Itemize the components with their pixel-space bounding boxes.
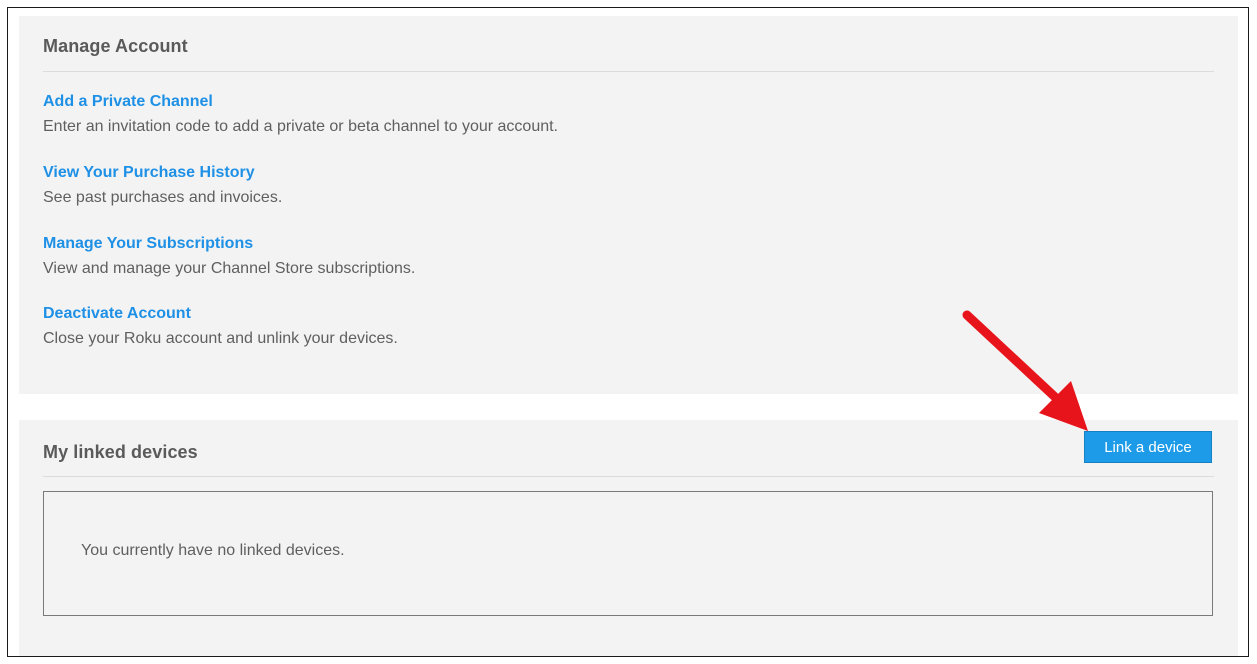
account-item-deactivate: Deactivate Account Close your Roku accou… [43,304,398,349]
manage-subscriptions-link[interactable]: Manage Your Subscriptions [43,234,415,254]
view-purchase-history-link[interactable]: View Your Purchase History [43,163,282,183]
no-devices-message: You currently have no linked devices. [81,542,345,559]
account-item-purchase-history: View Your Purchase History See past purc… [43,163,282,208]
account-item-subscriptions: Manage Your Subscriptions View and manag… [43,234,415,279]
manage-account-panel: Manage Account Add a Private Channel Ent… [19,16,1238,394]
deactivate-account-description: Close your Roku account and unlink your … [43,330,398,347]
account-item-private-channel: Add a Private Channel Enter an invitatio… [43,92,558,137]
linked-devices-divider [43,476,1214,477]
add-private-channel-description: Enter an invitation code to add a privat… [43,118,558,135]
manage-account-title: Manage Account [43,36,188,56]
linked-devices-title: My linked devices [43,442,198,462]
add-private-channel-link[interactable]: Add a Private Channel [43,92,558,112]
manage-subscriptions-description: View and manage your Channel Store subsc… [43,260,416,277]
link-device-button[interactable]: Link a device [1084,431,1212,463]
linked-devices-panel: My linked devices Link a device You curr… [19,420,1238,656]
view-purchase-history-description: See past purchases and invoices. [43,189,283,206]
deactivate-account-link[interactable]: Deactivate Account [43,304,398,324]
manage-account-divider [43,71,1214,72]
linked-devices-empty-state: You currently have no linked devices. [43,491,1213,616]
